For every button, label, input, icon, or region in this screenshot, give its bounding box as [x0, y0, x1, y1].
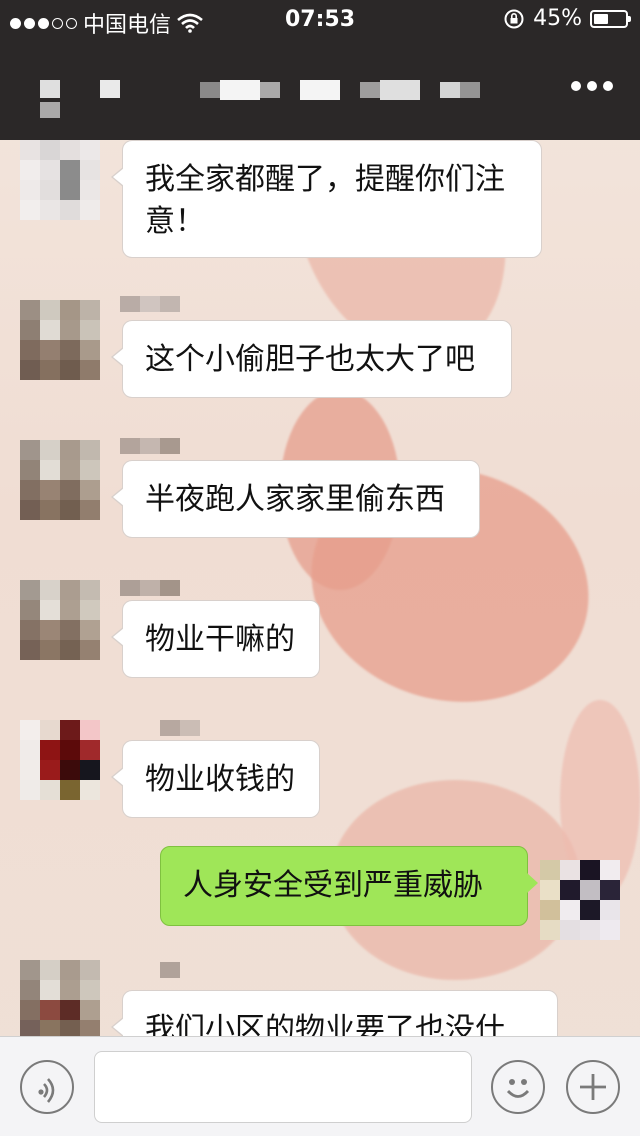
pixelated-title [460, 82, 480, 98]
emoji-button[interactable] [491, 1060, 545, 1114]
plus-button[interactable] [566, 1060, 620, 1114]
message-bubble[interactable]: 我全家都醒了，提醒你们注意！ [111, 140, 542, 258]
pixelated-title [40, 102, 60, 118]
pixelated-title [300, 80, 340, 100]
message-text: 这个小偷胆子也太大了吧 [145, 342, 475, 377]
more-dots-icon [571, 81, 581, 91]
message-input[interactable] [94, 1051, 472, 1123]
avatar[interactable] [20, 960, 100, 1036]
pixelated-title [440, 82, 460, 98]
status-bar: 中国电信 07:53 45% [0, 0, 640, 40]
sender-name [120, 580, 180, 596]
pixelated-title [100, 80, 120, 98]
message-bubble[interactable]: 我们小区的物业要了也没什 [111, 990, 558, 1036]
sender-name [120, 296, 180, 312]
pixelated-title [200, 82, 220, 98]
message-text: 人身安全受到严重威胁 [183, 868, 483, 903]
avatar[interactable] [20, 720, 100, 800]
chat-messages[interactable]: 我全家都醒了，提醒你们注意！ 这个小偷胆子也太大了吧 半夜跑人家家里偷东西 物业… [0, 140, 640, 1036]
pixelated-title [260, 82, 280, 98]
message-text: 我们小区的物业要了也没什 [145, 1012, 505, 1036]
my-avatar[interactable] [540, 860, 620, 940]
message-text: 半夜跑人家家里偷东西 [145, 482, 445, 517]
my-message-bubble[interactable]: 人身安全受到严重威胁 [160, 846, 538, 926]
battery-level [594, 13, 608, 24]
emoji-icon [506, 1079, 530, 1098]
avatar[interactable] [20, 580, 100, 660]
message-bubble[interactable]: 物业干嘛的 [111, 600, 320, 678]
message-bubble[interactable]: 半夜跑人家家里偷东西 [111, 460, 480, 538]
status-right: 45% [503, 6, 631, 31]
avatar[interactable] [20, 140, 100, 220]
pixelated-title [220, 80, 260, 100]
battery-percent: 45% [533, 6, 582, 31]
input-bar [0, 1036, 640, 1136]
sender-name [160, 962, 180, 978]
more-dots-icon [603, 81, 613, 91]
plus-icon [580, 1074, 606, 1100]
avatar[interactable] [20, 440, 100, 520]
voice-icon [38, 1078, 55, 1103]
nav-bar [0, 40, 640, 140]
message-text: 物业收钱的 [145, 762, 295, 797]
battery-icon [590, 9, 631, 28]
message-bubble[interactable]: 物业收钱的 [111, 740, 320, 818]
more-button[interactable] [564, 68, 620, 104]
sender-name [160, 720, 200, 736]
message-bubble[interactable]: 这个小偷胆子也太大了吧 [111, 320, 512, 398]
pixelated-title [380, 80, 420, 100]
rotation-lock-icon [504, 9, 524, 28]
voice-button[interactable] [20, 1060, 74, 1114]
message-text: 我全家都醒了，提醒你们注意！ [145, 162, 505, 239]
pixelated-title [40, 80, 60, 98]
more-dots-icon [587, 81, 597, 91]
sender-name [120, 438, 180, 454]
pixelated-title [360, 82, 380, 98]
avatar[interactable] [20, 300, 100, 380]
message-text: 物业干嘛的 [145, 622, 295, 657]
